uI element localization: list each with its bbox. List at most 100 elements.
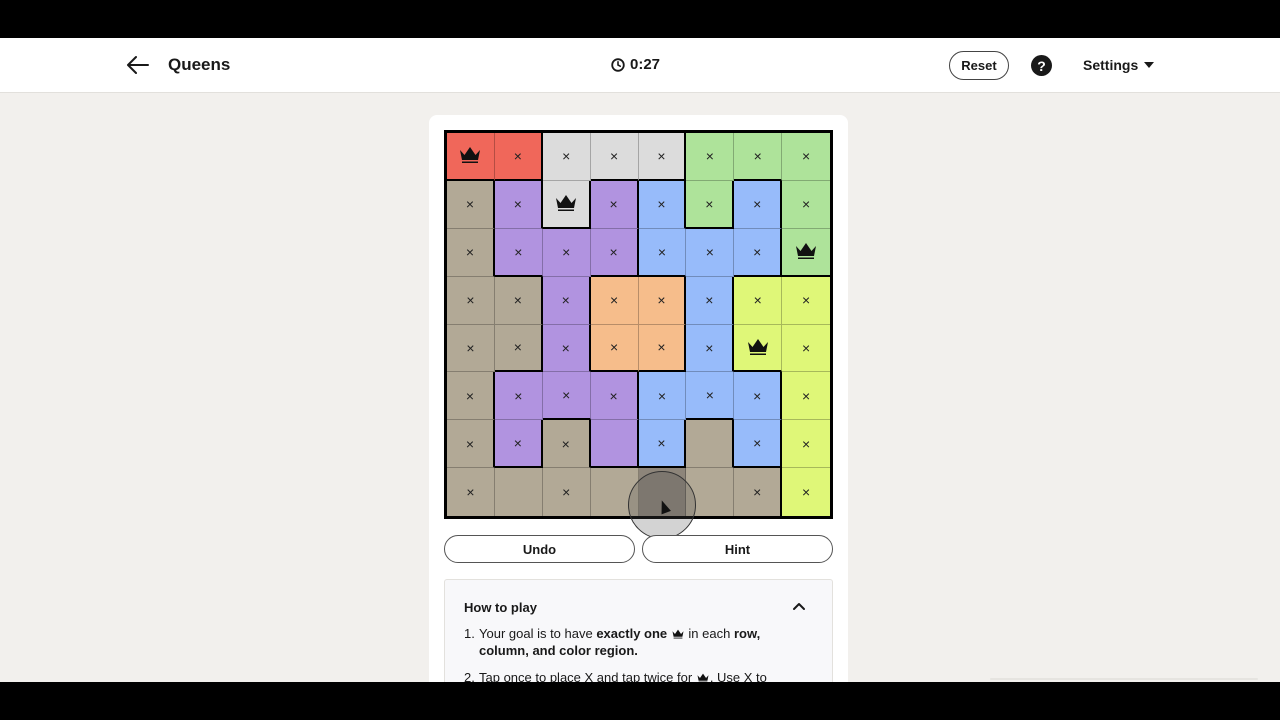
board-cell[interactable]: × — [494, 420, 543, 469]
board-cell[interactable]: × — [590, 324, 639, 373]
board-cell[interactable]: × — [734, 180, 783, 229]
x-mark: × — [513, 196, 522, 213]
rule-number: 2. — [464, 670, 475, 682]
board-cell[interactable] — [447, 133, 495, 181]
board-cell[interactable]: × — [686, 180, 735, 229]
board-cell[interactable]: × — [494, 276, 543, 325]
board-cell[interactable]: × — [447, 372, 495, 421]
board-cell[interactable]: × — [542, 468, 591, 516]
back-arrow-icon[interactable] — [124, 53, 152, 77]
board-cell[interactable]: × — [590, 276, 639, 325]
board-cell[interactable]: × — [447, 420, 495, 469]
settings-dropdown[interactable]: Settings — [1083, 57, 1155, 73]
board-cell[interactable]: × — [638, 133, 687, 181]
board-cell[interactable] — [590, 420, 639, 469]
board-cell[interactable] — [734, 324, 783, 373]
board-cell[interactable] — [686, 468, 735, 516]
board-cell[interactable]: × — [447, 276, 495, 325]
x-mark: × — [801, 435, 811, 452]
board-cell[interactable]: × — [782, 133, 830, 181]
board-cell[interactable]: × — [447, 180, 495, 229]
board-cell[interactable]: × — [734, 420, 783, 469]
board-cell[interactable]: × — [782, 468, 830, 516]
board-cell[interactable]: × — [542, 372, 591, 421]
rule-text: Your goal is to have exactly one in each… — [479, 626, 761, 658]
how-to-play-title: How to play — [464, 600, 537, 615]
board-cell[interactable]: × — [494, 133, 543, 181]
board-cell[interactable]: × — [638, 324, 687, 373]
x-mark: × — [562, 244, 571, 261]
divider — [990, 678, 1258, 680]
rule-item: 1. Your goal is to have exactly one in e… — [464, 626, 804, 659]
crown-icon — [458, 144, 482, 167]
x-mark: × — [705, 195, 714, 212]
board-cell[interactable]: × — [494, 324, 543, 373]
board-cell[interactable] — [494, 468, 543, 516]
board-cell[interactable]: × — [447, 228, 495, 277]
board-cell[interactable] — [638, 468, 687, 516]
board-cell[interactable]: × — [734, 228, 783, 277]
x-mark: × — [753, 292, 762, 309]
board-cell[interactable]: × — [638, 180, 687, 229]
how-to-play-panel: How to play 1. Your goal is to have exac… — [444, 579, 833, 682]
board-cell[interactable]: × — [686, 133, 735, 181]
board-cell[interactable]: × — [686, 276, 735, 325]
hint-button[interactable]: Hint — [642, 535, 833, 563]
board-cell[interactable]: × — [782, 420, 830, 469]
board-cell[interactable]: × — [590, 180, 639, 229]
x-mark: × — [465, 387, 475, 404]
board-cell[interactable]: × — [494, 372, 543, 421]
crown-icon — [554, 192, 578, 215]
board-cell[interactable] — [542, 180, 591, 229]
board-cell[interactable]: × — [590, 133, 639, 181]
help-icon[interactable]: ? — [1031, 55, 1052, 76]
x-mark: × — [705, 292, 714, 309]
board-cell[interactable]: × — [686, 372, 735, 421]
x-mark: × — [801, 484, 811, 501]
x-mark: × — [609, 292, 619, 309]
board-cell[interactable] — [686, 420, 735, 469]
x-mark: × — [562, 387, 571, 404]
x-mark: × — [753, 243, 762, 260]
board-cell[interactable]: × — [734, 468, 783, 516]
x-mark: × — [657, 387, 667, 404]
queens-board: × × × × × × × × × × × × × × × × × × × × × × × × × × × × × × × × × × × × × × × ×… — [444, 130, 833, 519]
board-cell[interactable]: × — [447, 324, 495, 373]
board-cell[interactable]: × — [494, 180, 543, 229]
crown-icon — [794, 240, 818, 263]
board-cell[interactable]: × — [734, 372, 783, 421]
board-cell[interactable]: × — [542, 324, 591, 373]
board-cell[interactable]: × — [638, 228, 687, 277]
board-cell[interactable]: × — [542, 276, 591, 325]
board-cell[interactable]: × — [686, 324, 735, 373]
timer: 0:27 — [611, 56, 660, 73]
chevron-up-icon[interactable] — [792, 601, 806, 611]
board-cell[interactable]: × — [542, 228, 591, 277]
board-cell[interactable]: × — [494, 228, 543, 277]
board-cell[interactable]: × — [734, 133, 783, 181]
board-cell[interactable]: × — [782, 276, 830, 325]
crown-icon — [697, 673, 709, 682]
x-mark: × — [513, 147, 522, 164]
board-cell[interactable]: × — [638, 420, 687, 469]
board-cell[interactable]: × — [638, 276, 687, 325]
reset-button[interactable]: Reset — [949, 51, 1009, 80]
board-cell[interactable] — [590, 468, 639, 516]
x-mark: × — [753, 147, 762, 164]
board-cell[interactable]: × — [590, 372, 639, 421]
board-cell[interactable]: × — [782, 372, 830, 421]
board-cell[interactable]: × — [782, 180, 830, 229]
x-mark: × — [609, 387, 618, 404]
board-cell[interactable]: × — [542, 420, 591, 469]
x-mark: × — [513, 435, 522, 452]
board-cell[interactable]: × — [782, 324, 830, 373]
board-cell[interactable]: × — [447, 468, 495, 516]
x-mark: × — [466, 292, 475, 309]
board-cell[interactable]: × — [638, 372, 687, 421]
board-cell[interactable]: × — [590, 228, 639, 277]
board-cell[interactable] — [782, 228, 830, 277]
board-cell[interactable]: × — [542, 133, 591, 181]
board-cell[interactable]: × — [686, 228, 735, 277]
board-cell[interactable]: × — [734, 276, 783, 325]
undo-button[interactable]: Undo — [444, 535, 635, 563]
